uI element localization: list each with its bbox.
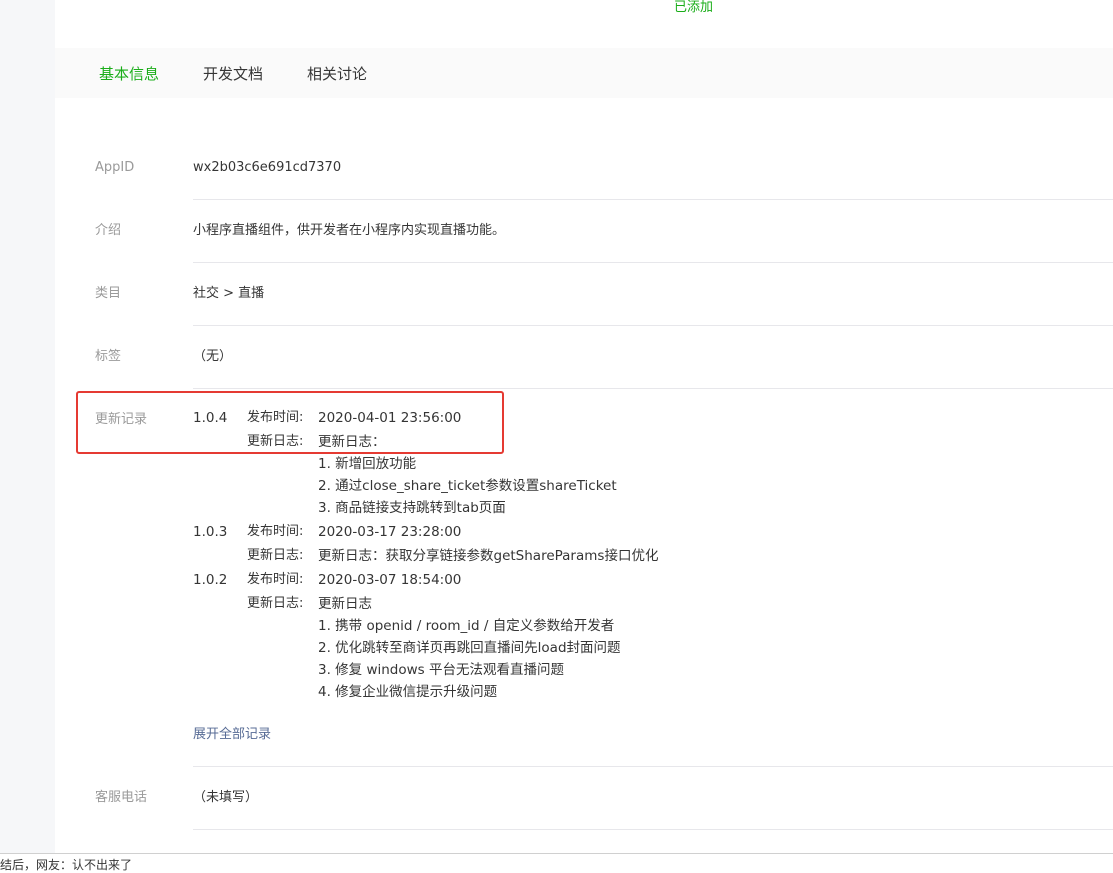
tab-basic-info[interactable]: 基本信息	[99, 64, 159, 84]
divider	[193, 766, 1113, 767]
appid-value: wx2b03c6e691cd7370	[193, 160, 342, 175]
update-log-label: 更新日志:	[247, 596, 304, 611]
update-log-line: 3. 商品链接支持跳转到tab页面	[318, 500, 506, 516]
update-log-line: 1. 新增回放功能	[318, 456, 417, 472]
tab-dev-docs[interactable]: 开发文档	[203, 64, 263, 84]
window-bottom-border	[0, 853, 1113, 854]
update-log-line: 更新日志	[318, 596, 372, 612]
category-value: 社交 > 直播	[193, 286, 265, 301]
divider	[193, 325, 1113, 326]
divider	[193, 829, 1113, 830]
update-log-label: 更新日志:	[247, 548, 304, 563]
update-log-label: 更新日志:	[247, 434, 304, 449]
update-log-line: 3. 修复 windows 平台无法观看直播问题	[318, 662, 565, 678]
left-sidebar-strip	[0, 0, 55, 853]
update-log-line: 1. 携带 openid / room_id / 自定义参数给开发者	[318, 618, 615, 634]
version-number: 1.0.4	[193, 410, 228, 426]
intro-label: 介绍	[95, 223, 122, 238]
publish-time-value: 2020-04-01 23:56:00	[318, 410, 462, 426]
divider	[193, 388, 1113, 389]
version-number: 1.0.2	[193, 572, 228, 588]
update-log-line: 更新日志：	[318, 434, 386, 450]
service-phone-label: 客服电话	[95, 790, 148, 805]
publish-time-label: 发布时间:	[247, 524, 304, 539]
appid-label: AppID	[95, 160, 135, 175]
update-log-line: 更新日志：获取分享链接参数getShareParams接口优化	[318, 548, 659, 564]
divider	[193, 199, 1113, 200]
updates-label: 更新记录	[95, 412, 148, 427]
added-status-text: 已添加	[674, 0, 714, 15]
tags-label: 标签	[95, 349, 122, 364]
expand-all-records-link[interactable]: 展开全部记录	[193, 726, 271, 744]
divider	[193, 262, 1113, 263]
service-phone-value: （未填写）	[193, 790, 259, 805]
intro-value: 小程序直播组件，供开发者在小程序内实现直播功能。	[193, 223, 506, 238]
update-log-line: 4. 修复企业微信提示升级问题	[318, 684, 498, 700]
publish-time-value: 2020-03-07 18:54:00	[318, 572, 462, 588]
publish-time-value: 2020-03-17 23:28:00	[318, 524, 462, 540]
version-number: 1.0.3	[193, 524, 228, 540]
publish-time-label: 发布时间:	[247, 572, 304, 587]
tags-value: （无）	[193, 349, 233, 364]
tab-discussions[interactable]: 相关讨论	[307, 64, 367, 84]
tab-bar: 基本信息 开发文档 相关讨论	[55, 48, 1113, 98]
publish-time-label: 发布时间:	[247, 410, 304, 425]
footer-news-ticker[interactable]: 结后，网友：认不出来了	[0, 857, 132, 873]
category-label: 类目	[95, 286, 122, 301]
update-log-line: 2. 优化跳转至商详页再跳回直播间先load封面问题	[318, 640, 621, 656]
update-log-line: 2. 通过close_share_ticket参数设置shareTicket	[318, 478, 617, 494]
